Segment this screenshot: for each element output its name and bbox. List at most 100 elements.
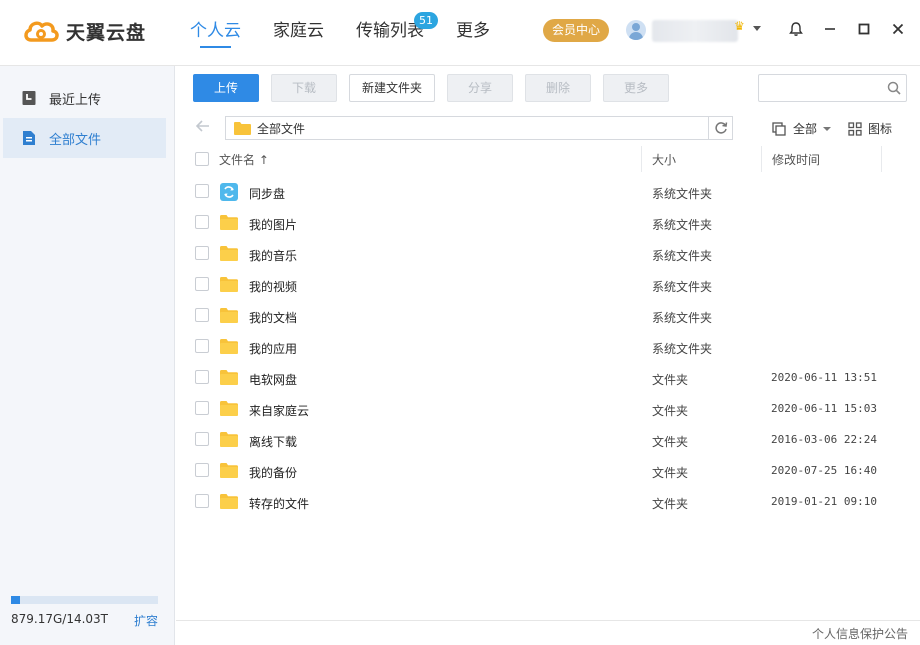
row-checkbox[interactable]: [195, 401, 209, 415]
crown-icon: ♛: [734, 19, 745, 33]
sidebar-item-label: 最近上传: [49, 92, 102, 108]
vip-center-button[interactable]: 会员中心: [543, 19, 609, 42]
new-folder-button[interactable]: 新建文件夹: [349, 74, 435, 102]
file-name[interactable]: 电软网盘: [249, 371, 297, 388]
file-modified-time: 2020-07-25 16:40: [771, 464, 877, 477]
table-row[interactable]: 我的音乐 系统文件夹: [176, 239, 920, 270]
row-checkbox[interactable]: [195, 463, 209, 477]
close-icon[interactable]: [889, 20, 907, 38]
table-row[interactable]: 我的图片 系统文件夹: [176, 208, 920, 239]
column-header-size[interactable]: 大小: [652, 151, 676, 168]
folder-icon: [220, 276, 238, 292]
file-name[interactable]: 同步盘: [249, 185, 285, 202]
chevron-down-icon[interactable]: [753, 26, 761, 31]
privacy-notice-link[interactable]: 个人信息保护公告: [812, 625, 908, 642]
app-name: 天翼云盘: [66, 21, 147, 44]
sidebar-item-recent-uploads[interactable]: 最近上传: [3, 78, 166, 118]
column-divider[interactable]: [641, 146, 642, 172]
table-row[interactable]: 我的应用 系统文件夹: [176, 332, 920, 363]
download-button[interactable]: 下载: [271, 74, 337, 102]
nav-family-cloud[interactable]: 家庭云: [273, 0, 324, 66]
table-row[interactable]: 我的备份 文件夹 2020-07-25 16:40: [176, 456, 920, 487]
back-arrow-icon[interactable]: [195, 120, 210, 136]
folder-icon: [220, 338, 238, 354]
row-checkbox[interactable]: [195, 246, 209, 260]
column-header-modified[interactable]: 修改时间: [772, 151, 820, 168]
file-name[interactable]: 我的文档: [249, 309, 297, 326]
table-row[interactable]: 同步盘 系统文件夹: [176, 177, 920, 208]
file-name[interactable]: 离线下载: [249, 433, 297, 450]
table-row[interactable]: 我的视频 系统文件夹: [176, 270, 920, 301]
file-name[interactable]: 我的音乐: [249, 247, 297, 264]
file-name[interactable]: 来自家庭云: [249, 402, 309, 419]
nav-personal-cloud[interactable]: 个人云: [190, 0, 241, 66]
minimize-icon[interactable]: [821, 20, 839, 38]
document-icon: [23, 131, 35, 145]
row-checkbox[interactable]: [195, 184, 209, 198]
file-size: 文件夹: [652, 435, 689, 449]
row-checkbox[interactable]: [195, 339, 209, 353]
folder-icon: [234, 122, 251, 135]
column-header-name[interactable]: 文件名 ↑: [219, 151, 269, 168]
search-input[interactable]: [758, 74, 907, 102]
bell-icon[interactable]: [787, 20, 805, 38]
file-name[interactable]: 我的视频: [249, 278, 297, 295]
search-icon[interactable]: [887, 81, 901, 95]
main-nav: 个人云 家庭云 传输列表 51 更多: [190, 0, 522, 66]
grid-icon: [848, 121, 862, 136]
file-name[interactable]: 我的应用: [249, 340, 297, 357]
file-size: 系统文件夹: [652, 311, 713, 325]
delete-button[interactable]: 删除: [525, 74, 591, 102]
path-text: 全部文件: [257, 121, 306, 136]
file-size: 系统文件夹: [652, 218, 713, 232]
table-row[interactable]: 电软网盘 文件夹 2020-06-11 13:51: [176, 363, 920, 394]
table-row[interactable]: 转存的文件 文件夹 2019-01-21 09:10: [176, 487, 920, 518]
top-bar: 天翼云盘 个人云 家庭云 传输列表 51 更多 会员中心 ♛: [0, 0, 920, 66]
row-checkbox[interactable]: [195, 308, 209, 322]
username-blurred[interactable]: [652, 20, 738, 42]
table-row[interactable]: 我的文档 系统文件夹: [176, 301, 920, 332]
row-checkbox[interactable]: [195, 432, 209, 446]
share-button[interactable]: 分享: [447, 74, 513, 102]
select-all-checkbox[interactable]: [195, 152, 209, 166]
row-checkbox[interactable]: [195, 215, 209, 229]
table-row[interactable]: 来自家庭云 文件夹 2020-06-11 15:03: [176, 394, 920, 425]
avatar[interactable]: [626, 20, 646, 40]
folder-icon: [220, 431, 238, 447]
more-button[interactable]: 更多: [603, 74, 669, 102]
upload-button[interactable]: 上传: [193, 74, 259, 102]
clock-file-icon: [22, 91, 36, 105]
table-row[interactable]: 离线下载 文件夹 2016-03-06 22:24: [176, 425, 920, 456]
folder-icon: [220, 245, 238, 261]
filter-label: 全部: [793, 122, 818, 136]
file-name[interactable]: 我的图片: [249, 216, 297, 233]
cloud-logo-icon: [24, 21, 59, 42]
row-checkbox[interactable]: [195, 370, 209, 384]
storage-progress-fill: [11, 596, 20, 604]
file-modified-time: 2016-03-06 22:24: [771, 433, 877, 446]
filter-dropdown[interactable]: 全部: [772, 120, 832, 137]
maximize-icon[interactable]: [855, 20, 873, 38]
file-size: 文件夹: [652, 466, 689, 480]
file-name[interactable]: 转存的文件: [249, 495, 309, 512]
file-name[interactable]: 我的备份: [249, 464, 297, 481]
toolbar: 上传 下载 新建文件夹 分享 删除 更多: [176, 66, 920, 110]
refresh-icon[interactable]: [708, 117, 732, 139]
app-logo: 天翼云盘: [22, 16, 146, 46]
column-divider[interactable]: [761, 146, 762, 172]
column-divider[interactable]: [881, 146, 882, 172]
path-breadcrumb[interactable]: 全部文件: [225, 116, 733, 140]
nav-transfer-list[interactable]: 传输列表 51: [356, 0, 438, 66]
sidebar: 最近上传 全部文件 879.17G/14.03T 扩容: [0, 66, 175, 645]
row-checkbox[interactable]: [195, 277, 209, 291]
view-mode-toggle[interactable]: 图标: [848, 120, 892, 137]
row-checkbox[interactable]: [195, 494, 209, 508]
file-modified-time: 2019-01-21 09:10: [771, 495, 877, 508]
sidebar-item-all-files[interactable]: 全部文件: [3, 118, 166, 158]
file-size: 系统文件夹: [652, 187, 713, 201]
file-size: 系统文件夹: [652, 280, 713, 294]
nav-more[interactable]: 更多: [456, 0, 490, 66]
nav-label: 个人云: [190, 21, 241, 41]
expand-storage-link[interactable]: 扩容: [134, 612, 158, 629]
sync-folder-icon: [220, 183, 238, 201]
